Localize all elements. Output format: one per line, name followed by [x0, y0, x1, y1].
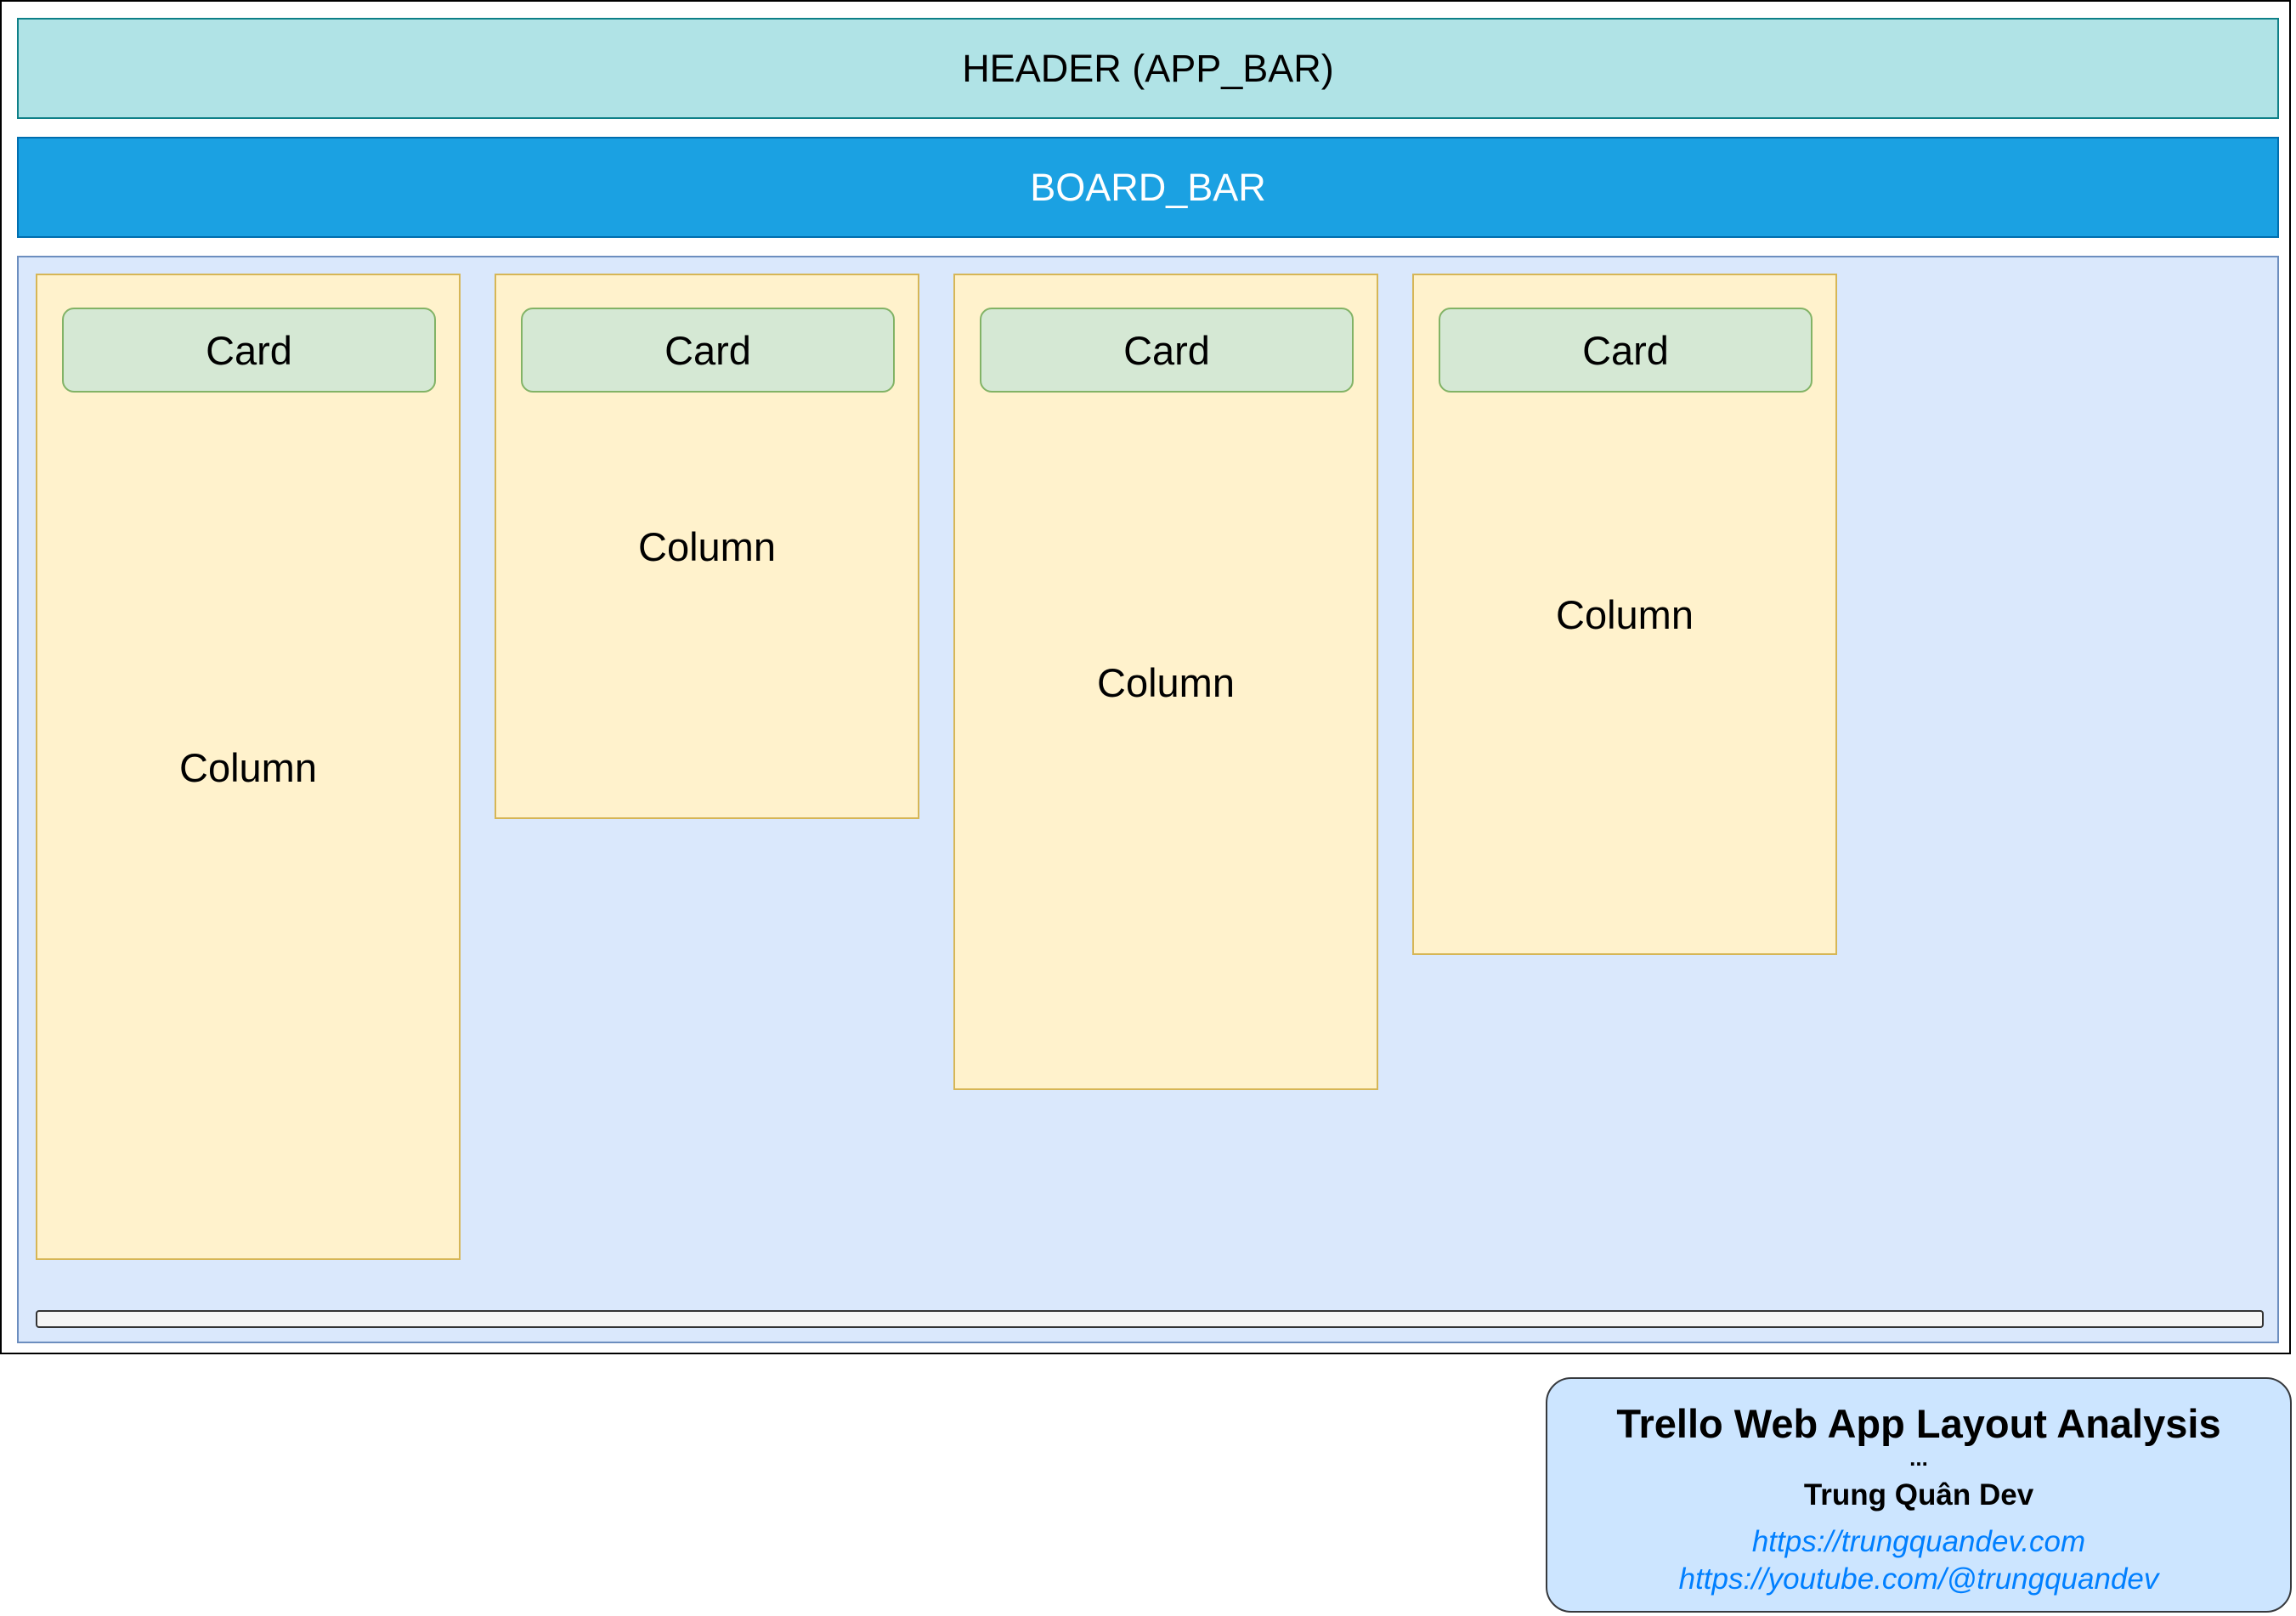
diagram-canvas: HEADER (APP_BAR) BOARD_BAR Card Column C… — [0, 0, 2296, 1616]
board-bar-label: BOARD_BAR — [1030, 165, 1266, 209]
youtube-link[interactable]: https://youtube.com/@trungquandev — [1547, 1561, 2290, 1598]
header-label: HEADER (APP_BAR) — [962, 46, 1334, 90]
info-author: Trung Quân Dev — [1803, 1478, 2034, 1511]
column-2: Card Column — [495, 274, 919, 819]
column-1: Card Column — [36, 274, 461, 1260]
horizontal-scrollbar[interactable] — [36, 1310, 2264, 1328]
info-title: Trello Web App Layout Analysis — [1616, 1401, 2221, 1446]
info-separator: ... — [1909, 1445, 1928, 1471]
board-content: Card Column Card Column Card Column Card… — [17, 256, 2279, 1343]
header-app-bar: HEADER (APP_BAR) — [17, 18, 2279, 119]
card: Card — [1439, 308, 1812, 393]
card-label: Card — [206, 327, 292, 373]
column-label: Column — [179, 745, 317, 790]
column-3: Card Column — [953, 274, 1378, 1090]
card-label: Card — [664, 327, 751, 373]
card: Card — [980, 308, 1354, 393]
column-label: Column — [1556, 592, 1694, 637]
column-label: Column — [1097, 660, 1235, 705]
column-4: Card Column — [1412, 274, 1837, 955]
card-label: Card — [1582, 327, 1669, 373]
column-label: Column — [638, 524, 776, 569]
board-bar: BOARD_BAR — [17, 137, 2279, 238]
info-box: Trello Web App Layout Analysis ... Trung… — [1546, 1377, 2292, 1613]
card: Card — [62, 308, 436, 393]
website-link[interactable]: https://trungquandev.com — [1547, 1523, 2290, 1561]
card: Card — [521, 308, 895, 393]
card-label: Card — [1123, 327, 1210, 373]
